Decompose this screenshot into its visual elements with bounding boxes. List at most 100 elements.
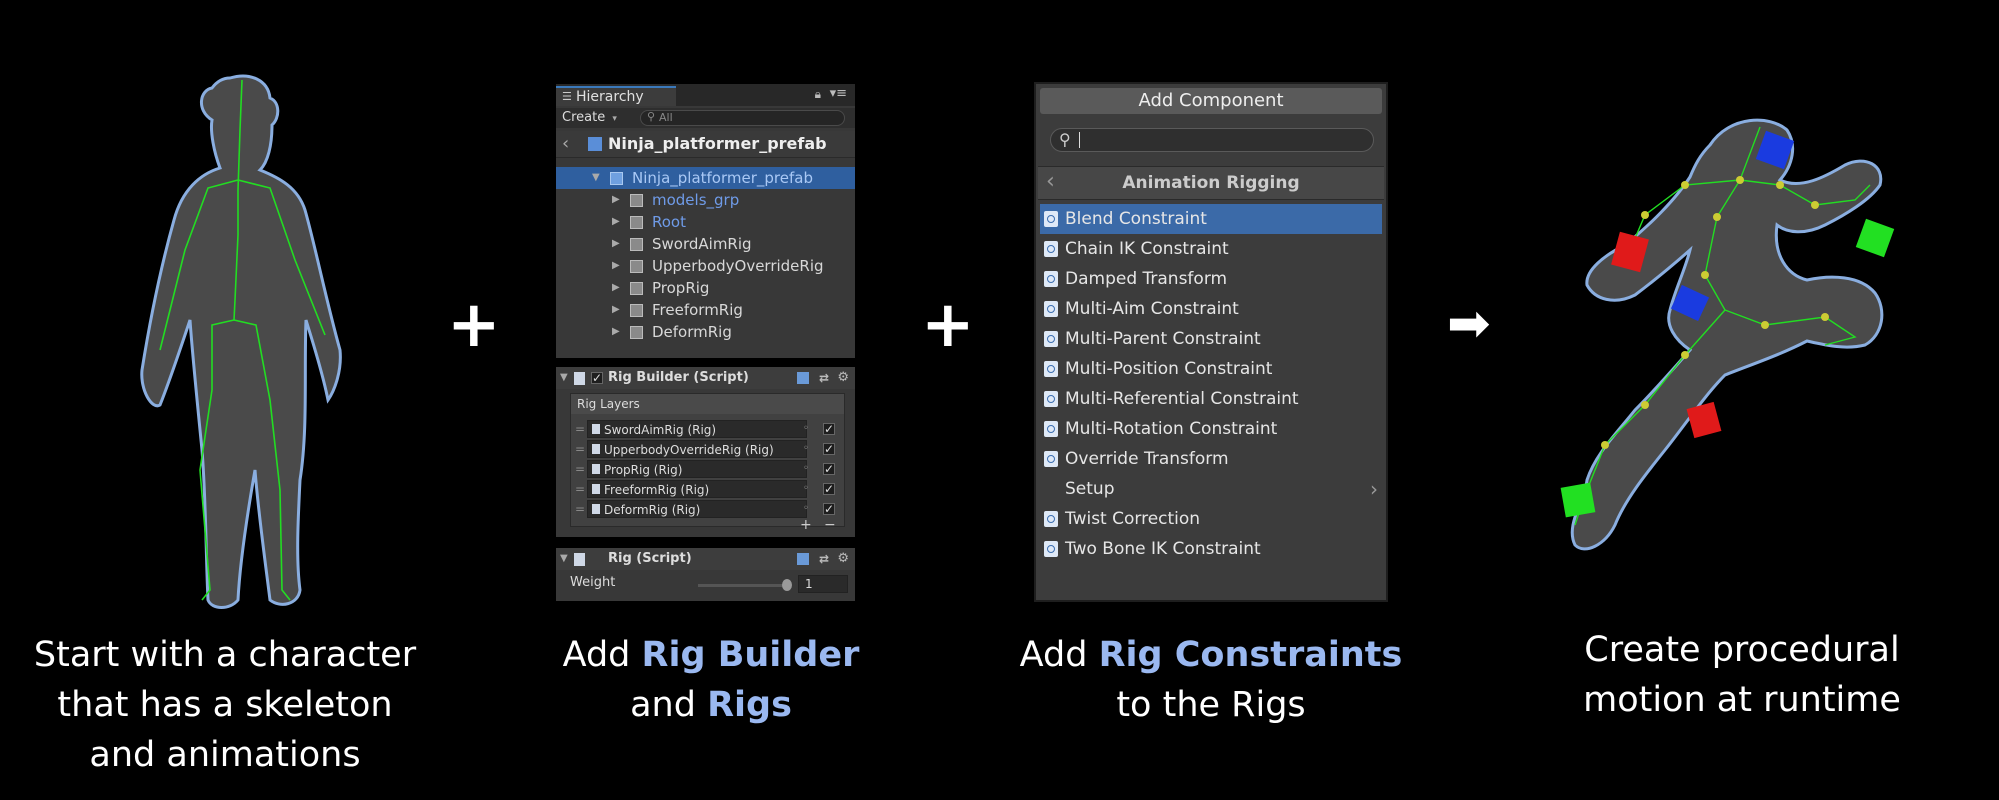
back-chevron-icon[interactable]: ‹ [562,133,569,154]
caption-line: that has a skeleton [57,685,393,725]
tree-item-swordaimrig[interactable]: ▶ SwordAimRig [556,233,855,255]
rig-layer-label: FreeformRig (Rig) [604,483,710,497]
hierarchy-toolbar: Create ▾ ⚲ All [556,108,855,128]
character-silhouette [140,74,342,609]
drag-handle-icon[interactable]: = [575,500,585,518]
standing-character-illustration [140,74,342,609]
rig-layer-row[interactable]: = FreeformRig (Rig) ◦ ✓ [571,480,844,498]
gear-icon[interactable]: ⚙ [837,548,849,570]
object-picker-icon[interactable]: ◦ [803,480,809,498]
component-item-label: Multi-Parent Constraint [1065,329,1261,349]
component-item-multi-rotation-constraint[interactable]: Multi-Rotation Constraint [1040,414,1382,444]
object-picker-icon[interactable]: ◦ [803,460,809,478]
character-silhouette [1570,118,1884,551]
add-layer-button[interactable]: + [800,517,812,533]
running-character-illustration [1560,118,1895,551]
enabled-checkbox[interactable]: ✓ [591,372,603,384]
component-item-setup[interactable]: Setup › [1040,474,1382,504]
component-item-multi-aim-constraint[interactable]: Multi-Aim Constraint [1040,294,1382,324]
weight-value-field[interactable]: 1 [798,575,848,593]
rig-layer-active-checkbox[interactable]: ✓ [823,423,835,435]
rig-layer-active-checkbox[interactable]: ✓ [823,483,835,495]
weight-slider-handle[interactable] [782,579,792,591]
help-book-icon[interactable] [797,372,809,384]
expand-triangle-icon[interactable]: ▶ [612,189,620,211]
caption-line: Add Rig Constraints [1001,630,1421,680]
drag-handle-icon[interactable]: = [575,460,585,478]
expand-triangle-icon[interactable]: ▶ [612,277,620,299]
tree-item-models-grp[interactable]: ▶ models_grp [556,189,855,211]
caption-highlight: Rig Constraints [1098,635,1403,675]
tree-item-freeformrig[interactable]: ▶ FreeformRig [556,299,855,321]
rig-layer-row[interactable]: = UpperbodyOverrideRig (Rig) ◦ ✓ [571,440,844,458]
component-item-override-transform[interactable]: Override Transform [1040,444,1382,474]
tree-item-deformrig[interactable]: ▶ DeformRig [556,321,855,343]
expand-triangle-icon[interactable]: ▶ [612,211,620,233]
remove-layer-button[interactable]: − [824,517,836,533]
preset-icon[interactable]: ⇄ [819,367,829,389]
component-item-multi-referential-constraint[interactable]: Multi-Referential Constraint [1040,384,1382,414]
tree-item-ninja-prefab[interactable]: ▼ Ninja_platformer_prefab [556,167,855,189]
tree-item-proprig[interactable]: ▶ PropRig [556,277,855,299]
collapse-triangle-icon[interactable]: ▼ [560,367,568,389]
prefab-cube-icon [588,137,602,151]
component-item-twist-correction[interactable]: Twist Correction [1040,504,1382,534]
expand-triangle-icon[interactable]: ▶ [612,255,620,277]
weight-label: Weight [570,575,616,590]
lock-icon[interactable]: 🔒︎ [815,87,821,102]
expand-triangle-icon[interactable]: ▼ [592,167,600,189]
prefab-header: ‹ Ninja_platformer_prefab [556,131,855,158]
rig-asset-icon [592,424,600,434]
hierarchy-search-input[interactable]: ⚲ All [640,110,845,126]
component-item-two-bone-ik-constraint[interactable]: Two Bone IK Constraint [1040,534,1382,564]
component-search-input[interactable]: ⚲ [1050,128,1374,152]
rig-layer-field[interactable]: PropRig (Rig) [587,460,807,478]
menu-icon[interactable]: ▾≡ [830,86,847,101]
drag-handle-icon[interactable]: = [575,480,585,498]
rig-builder-component: ▼ ✓ Rig Builder (Script) ⇄ ⚙ Rig Layers … [556,367,855,537]
search-placeholder: All [659,111,673,124]
object-picker-icon[interactable]: ◦ [803,440,809,458]
rig-layer-row[interactable]: = DeformRig (Rig) ◦ ✓ [571,500,844,518]
rig-layer-active-checkbox[interactable]: ✓ [823,463,835,475]
tree-item-upperbodyoverriderig[interactable]: ▶ UpperbodyOverrideRig [556,255,855,277]
tab-hierarchy[interactable]: ☰ Hierarchy [556,86,676,106]
caption-text: Add [1019,635,1099,675]
rig-layer-field[interactable]: SwordAimRig (Rig) [587,420,807,438]
constraint-icon [1044,391,1058,407]
component-item-multi-position-constraint[interactable]: Multi-Position Constraint [1040,354,1382,384]
rig-layer-row[interactable]: = SwordAimRig (Rig) ◦ ✓ [571,420,844,438]
object-picker-icon[interactable]: ◦ [803,500,809,518]
caption-step-3: Add Rig Constraints to the Rigs [1001,630,1421,730]
rig-script-header[interactable]: ▼ Rig (Script) ⇄ ⚙ [556,548,855,570]
add-component-button[interactable]: Add Component [1040,88,1382,114]
drag-handle-icon[interactable]: = [575,440,585,458]
rig-layers-list: Rig Layers = SwordAimRig (Rig) ◦ ✓ = Upp… [570,393,845,527]
rig-layer-row[interactable]: = PropRig (Rig) ◦ ✓ [571,460,844,478]
create-dropdown[interactable]: Create ▾ [562,109,617,127]
constraint-icon [1044,451,1058,467]
rig-layer-field[interactable]: DeformRig (Rig) [587,500,807,518]
component-item-chain-ik-constraint[interactable]: Chain IK Constraint [1040,234,1382,264]
expand-triangle-icon[interactable]: ▶ [612,321,620,343]
component-item-label: Blend Constraint [1065,209,1207,229]
drag-handle-icon[interactable]: = [575,420,585,438]
component-item-blend-constraint[interactable]: Blend Constraint [1040,204,1382,234]
rig-layer-active-checkbox[interactable]: ✓ [823,443,835,455]
component-item-multi-parent-constraint[interactable]: Multi-Parent Constraint [1040,324,1382,354]
component-item-damped-transform[interactable]: Damped Transform [1040,264,1382,294]
rig-layer-active-checkbox[interactable]: ✓ [823,503,835,515]
rig-layer-field[interactable]: UpperbodyOverrideRig (Rig) [587,440,807,458]
rig-layer-field[interactable]: FreeformRig (Rig) [587,480,807,498]
object-picker-icon[interactable]: ◦ [803,420,809,438]
gear-icon[interactable]: ⚙ [837,367,849,389]
preset-icon[interactable]: ⇄ [819,548,829,570]
weight-slider-track[interactable] [698,584,788,587]
tree-item-label: DeformRig [652,323,732,341]
tree-item-root[interactable]: ▶ Root [556,211,855,233]
expand-triangle-icon[interactable]: ▶ [612,299,620,321]
collapse-triangle-icon[interactable]: ▼ [560,548,568,570]
expand-triangle-icon[interactable]: ▶ [612,233,620,255]
help-book-icon[interactable] [797,553,809,565]
rig-builder-header[interactable]: ▼ ✓ Rig Builder (Script) ⇄ ⚙ [556,367,855,389]
